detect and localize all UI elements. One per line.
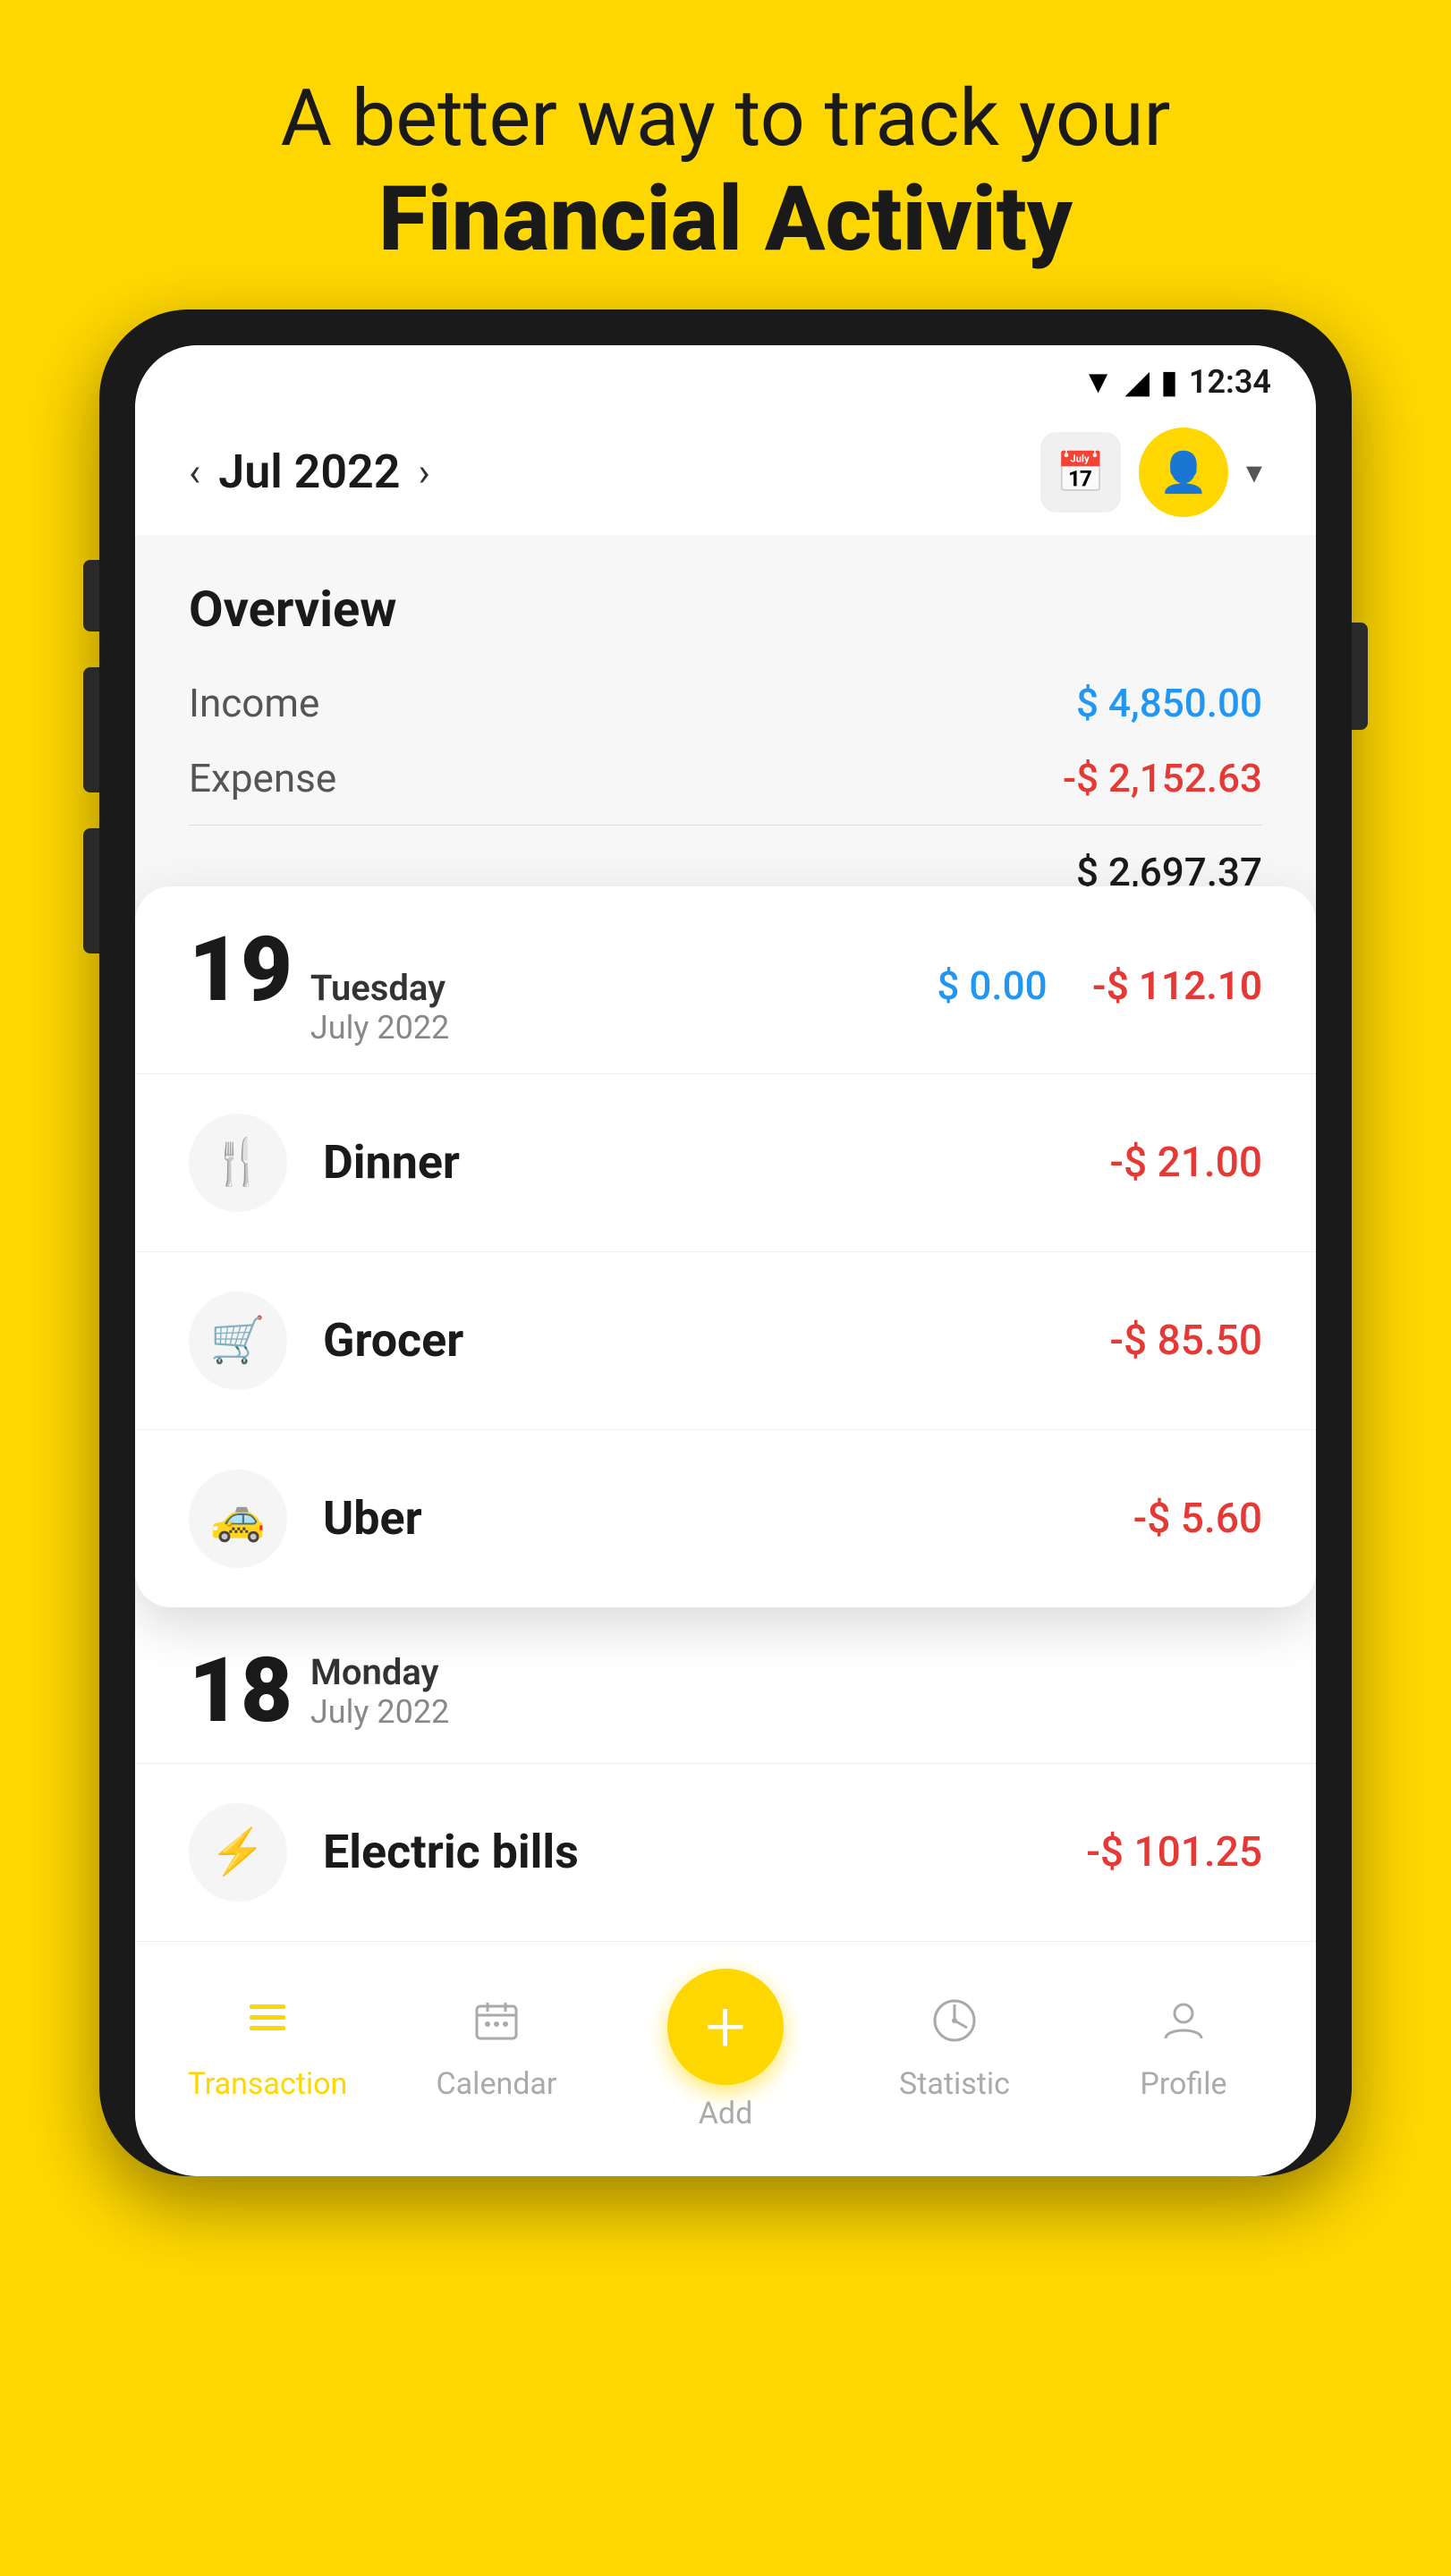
transaction-dinner[interactable]: 🍴 Dinner -$ 21.00: [135, 1074, 1316, 1252]
grocer-name: Grocer: [323, 1313, 1073, 1368]
day19-header: 19 Tuesday July 2022 $ 0.00 -$ 112.10: [135, 886, 1316, 1074]
signal-icon: ◢: [1124, 363, 1150, 401]
phone-wrapper: ▼ ◢ ▮ 12:34 ‹ Jul 2022 › 📅: [99, 309, 1352, 2176]
day18-number: 18: [189, 1647, 293, 1736]
day19-name: Tuesday: [310, 967, 449, 1009]
status-bar: ▼ ◢ ▮ 12:34: [135, 345, 1316, 410]
dinner-name: Dinner: [323, 1135, 1073, 1190]
add-nav-label: Add: [699, 2096, 753, 2131]
hero-line1: A better way to track your: [281, 72, 1171, 166]
dropdown-arrow-icon[interactable]: ▾: [1246, 453, 1262, 491]
grocer-icon: 🛒: [189, 1292, 287, 1390]
wifi-icon: ▼: [1082, 363, 1115, 401]
phone-screen: ▼ ◢ ▮ 12:34 ‹ Jul 2022 › 📅: [135, 345, 1316, 2176]
dinner-icon: 🍴: [189, 1114, 287, 1212]
day19-expense: -$ 112.10: [1092, 962, 1262, 1009]
grocer-amount: -$ 85.50: [1109, 1317, 1262, 1365]
transaction-grocer[interactable]: 🛒 Grocer -$ 85.50: [135, 1252, 1316, 1430]
uber-name: Uber: [323, 1491, 1098, 1546]
profile-nav-icon: [1160, 1997, 1207, 2055]
day19-number: 19: [189, 926, 293, 1015]
day19-card: 19 Tuesday July 2022 $ 0.00 -$ 112.10: [135, 886, 1316, 1607]
statistic-nav-label: Statistic: [899, 2066, 1010, 2102]
calendar-icon-btn[interactable]: 📅: [1040, 432, 1121, 513]
month-nav-left: ‹ Jul 2022 ›: [189, 445, 430, 499]
uber-amount: -$ 5.60: [1133, 1495, 1262, 1543]
transaction-nav-label: Transaction: [188, 2066, 348, 2102]
month-label: Jul 2022: [218, 445, 400, 499]
status-icons: ▼ ◢ ▮ 12:34: [1082, 363, 1271, 401]
phone-side-btn-left-3: [83, 828, 99, 953]
day18-info: Monday July 2022: [310, 1651, 449, 1731]
day19-amounts: $ 0.00 -$ 112.10: [937, 962, 1262, 1009]
uber-icon: 🚕: [189, 1470, 287, 1568]
month-nav-right: 📅 👤 ▾: [1040, 428, 1262, 517]
nav-add[interactable]: + Add: [611, 1969, 840, 2131]
prev-month-button[interactable]: ‹: [189, 449, 200, 496]
expense-label: Expense: [189, 755, 336, 801]
electric-icon: ⚡: [189, 1803, 287, 1902]
statistic-nav-icon: [931, 1997, 978, 2055]
add-icon: +: [705, 1991, 745, 2063]
overview-title: Overview: [189, 580, 1262, 639]
next-month-button[interactable]: ›: [418, 449, 429, 496]
battery-icon: ▮: [1160, 363, 1178, 401]
add-button[interactable]: +: [667, 1969, 784, 2085]
nav-statistic[interactable]: Statistic: [840, 1997, 1069, 2102]
day18-month: July 2022: [310, 1693, 449, 1731]
day19-info: Tuesday July 2022: [310, 967, 449, 1046]
day19-income: $ 0.00: [937, 962, 1047, 1009]
transaction-electric[interactable]: ⚡ Electric bills -$ 101.25: [135, 1764, 1316, 1941]
expense-value: -$ 2,152.63: [1063, 755, 1262, 801]
electric-amount: -$ 101.25: [1086, 1828, 1262, 1877]
phone-side-btn-right: [1352, 623, 1368, 730]
month-nav: ‹ Jul 2022 › 📅 👤 ▾: [135, 410, 1316, 535]
profile-nav-label: Profile: [1140, 2066, 1226, 2102]
day19-number-group: 19 Tuesday July 2022: [189, 926, 449, 1046]
avatar-btn[interactable]: 👤: [1139, 428, 1228, 517]
transaction-nav-icon: [244, 1997, 291, 2055]
calendar-icon: 📅: [1056, 449, 1106, 496]
nav-calendar[interactable]: Calendar: [382, 1997, 611, 2102]
hero-line2: Financial Activity: [281, 166, 1171, 274]
nav-profile[interactable]: Profile: [1069, 1997, 1298, 2102]
day18-header: 18 Monday July 2022: [135, 1607, 1316, 1764]
electric-name: Electric bills: [323, 1825, 1050, 1879]
calendar-nav-icon: [473, 1997, 520, 2055]
phone-frame: ▼ ◢ ▮ 12:34 ‹ Jul 2022 › 📅: [99, 309, 1352, 2176]
income-row: Income $ 4,850.00: [189, 665, 1262, 741]
avatar-icon: 👤: [1159, 449, 1209, 496]
bottom-nav: Transaction: [135, 1941, 1316, 2176]
expense-row: Expense -$ 2,152.63: [189, 741, 1262, 816]
phone-side-btn-left-1: [83, 560, 99, 631]
overview-divider: [189, 825, 1262, 826]
status-time: 12:34: [1189, 363, 1271, 401]
calendar-nav-label: Calendar: [437, 2066, 557, 2102]
day18-section: 18 Monday July 2022 ⚡ Electric bills -$ …: [135, 1607, 1316, 1941]
nav-transaction[interactable]: Transaction: [153, 1997, 382, 2102]
income-label: Income: [189, 680, 319, 726]
hero-section: A better way to track your Financial Act…: [227, 0, 1225, 309]
day19-month: July 2022: [310, 1009, 449, 1046]
day18-name: Monday: [310, 1651, 449, 1693]
dinner-amount: -$ 21.00: [1109, 1139, 1262, 1187]
transaction-uber[interactable]: 🚕 Uber -$ 5.60: [135, 1430, 1316, 1607]
phone-side-btn-left-2: [83, 667, 99, 792]
overview-section: Overview Income $ 4,850.00 Expense -$ 2,…: [135, 535, 1316, 940]
income-value: $ 4,850.00: [1076, 680, 1262, 726]
